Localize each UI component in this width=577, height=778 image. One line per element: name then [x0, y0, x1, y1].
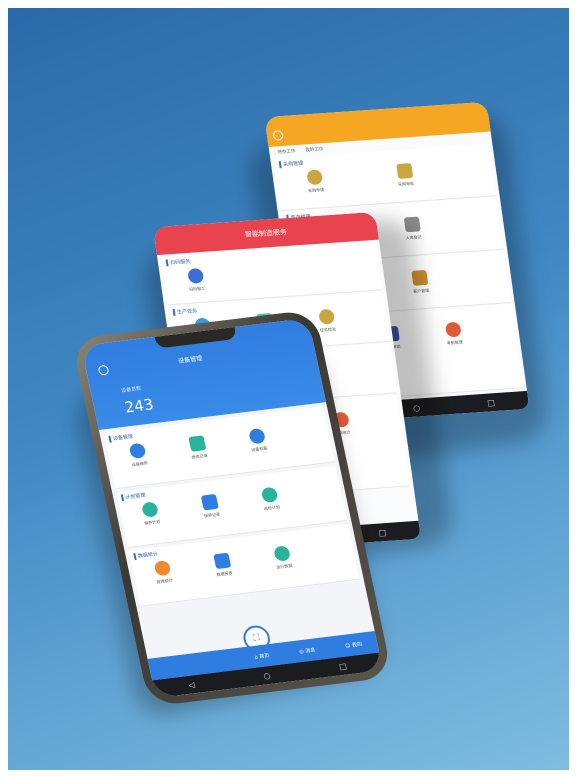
tab-me[interactable]: ☺ 我的	[344, 640, 363, 649]
back-phone-header	[264, 101, 491, 147]
app-purchase[interactable]: 采购申请	[296, 169, 333, 195]
app-label: 维修记录	[191, 452, 209, 460]
app-label: 运行数据	[275, 562, 293, 570]
attendance-icon	[444, 321, 462, 338]
app-label: 故障统计	[156, 577, 174, 585]
section-title: 计划管理	[120, 491, 147, 502]
app-label: 保养记录	[203, 511, 221, 519]
section-title: 扫码服务	[165, 257, 191, 267]
front-phone-title: 设备管理	[177, 355, 204, 365]
tab-message[interactable]: ◎ 消息	[299, 646, 316, 655]
report-icon	[212, 552, 231, 570]
stat-label: 设备总数	[120, 385, 142, 395]
app-inspect[interactable]: 巡检计划	[251, 485, 290, 513]
inspect-icon	[260, 486, 279, 504]
stat-value: 243	[122, 395, 156, 417]
archive-icon	[247, 427, 266, 445]
app-fault[interactable]: 故障统计	[144, 559, 183, 587]
back-menu-icon[interactable]	[272, 130, 284, 141]
app-label: 任务检验	[319, 326, 337, 333]
back-phone-tabs: 待办工作 我的工作	[277, 146, 324, 155]
app-archive[interactable]: 设备档案	[238, 427, 277, 455]
home-circle-icon[interactable]: ○	[262, 671, 271, 681]
app-plan[interactable]: 保养计划	[131, 500, 170, 528]
app-scan-report[interactable]: 扫码报工	[177, 267, 214, 293]
fault-icon	[152, 560, 172, 577]
app-record[interactable]: 维修记录	[178, 434, 217, 462]
recent-icon[interactable]: □	[338, 661, 347, 671]
log-icon	[200, 494, 219, 511]
app-approve[interactable]: 采购审批	[386, 162, 423, 188]
front-menu-icon[interactable]	[97, 364, 110, 376]
app-label: 扫码报工	[188, 285, 206, 292]
app-label: 采购审批	[397, 180, 415, 187]
wrench-icon	[128, 442, 147, 460]
section-title: 采购管理	[278, 159, 304, 169]
app-attendance[interactable]: 考勤管理	[435, 321, 472, 347]
background: 待办工作 我的工作 采购管理采购申请采购审批库存管理出库登记入库登记销售管理销售…	[8, 8, 569, 770]
section-title: 生产任务	[172, 307, 198, 316]
app-label: 设备维修	[131, 460, 149, 468]
data-icon	[272, 545, 291, 562]
app-label: 采购申请	[307, 187, 325, 194]
section-title: 数据统计	[133, 550, 159, 561]
recent-icon[interactable]: □	[487, 398, 496, 407]
tab-todo[interactable]: 待办工作	[277, 148, 296, 155]
check-icon	[317, 308, 335, 325]
app-label: 保养计划	[143, 518, 161, 526]
approve-icon	[395, 163, 413, 179]
tab-home[interactable]: ⌂ 首页	[254, 652, 270, 661]
recent-icon[interactable]: □	[378, 528, 387, 537]
app-wrench[interactable]: 设备维修	[119, 441, 158, 469]
tab-mine[interactable]: 我的工作	[305, 146, 324, 153]
plan-icon	[140, 501, 159, 518]
purchase-icon	[305, 169, 323, 186]
app-label: 考勤管理	[446, 339, 463, 346]
record-icon	[187, 435, 206, 452]
app-label: 设备档案	[250, 445, 268, 453]
scan-icon: ⛶	[252, 633, 261, 644]
app-log[interactable]: 保养记录	[191, 493, 230, 521]
app-report[interactable]: 数据报表	[203, 552, 242, 580]
back-icon[interactable]: ◁	[187, 680, 195, 690]
scan-report-icon	[186, 267, 204, 284]
middle-phone-title: 智能制造服务	[244, 228, 288, 239]
app-label: 巡检计划	[263, 504, 281, 512]
app-label: 数据报表	[215, 570, 233, 578]
app-data[interactable]: 运行数据	[263, 544, 302, 572]
section-title: 设备管理	[108, 432, 134, 443]
